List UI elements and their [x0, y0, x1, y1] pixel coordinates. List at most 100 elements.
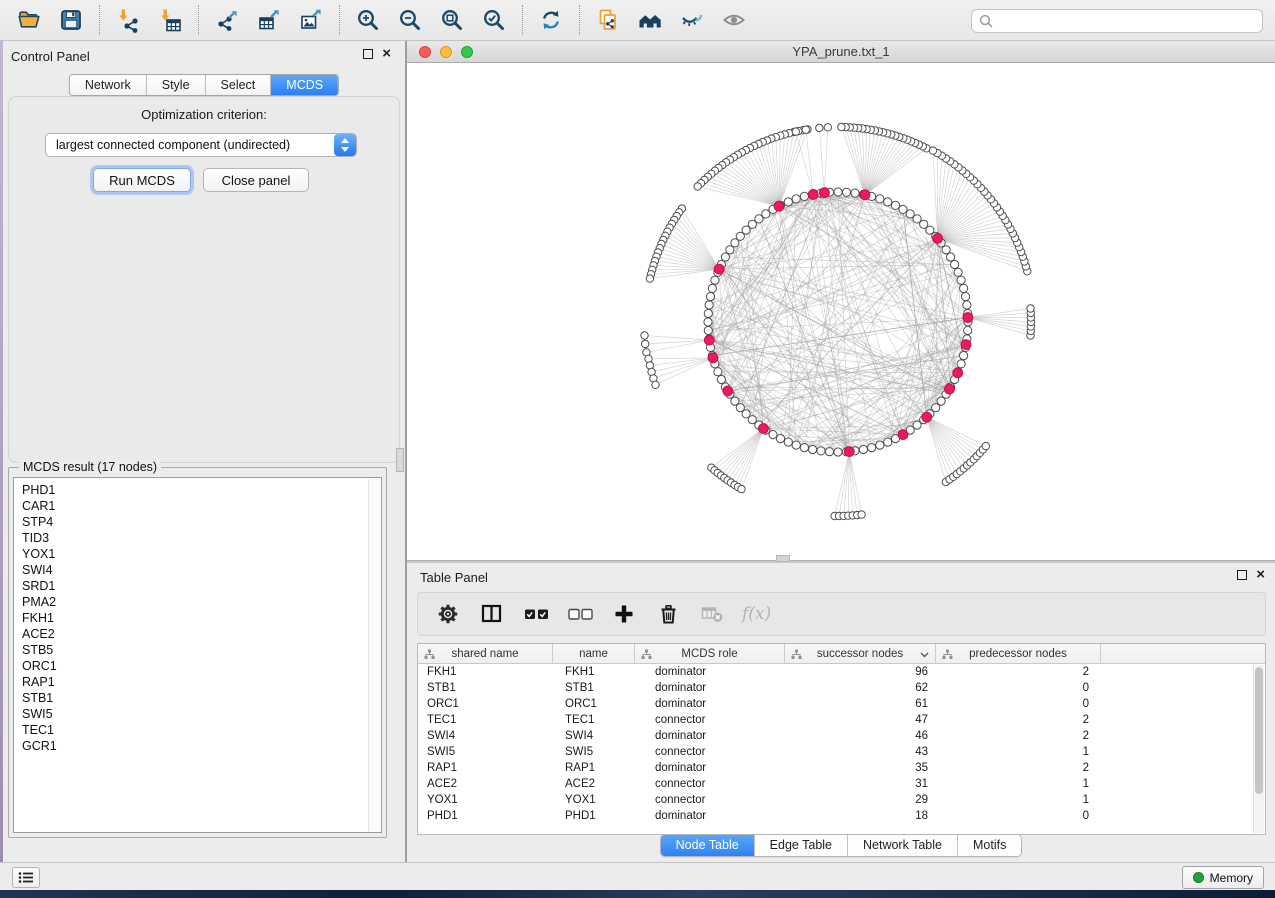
table-row[interactable]: FKH1FKH1dominator962 [418, 664, 1265, 680]
table-cell: 29 [785, 792, 936, 808]
mcds-node-item[interactable]: YOX1 [14, 546, 367, 562]
split-columns-icon[interactable] [478, 600, 506, 628]
column-header-name[interactable]: name [553, 644, 635, 664]
table-cell: dominator [635, 680, 785, 696]
table-row[interactable]: TEC1TEC1connector472 [418, 712, 1265, 728]
mcds-node-item[interactable]: SWI5 [14, 706, 367, 722]
control-panel: Control Panel × NetworkStyleSelectMCDS O… [3, 41, 405, 862]
mcds-node-item[interactable]: GCR1 [14, 738, 367, 754]
select-all-icon[interactable] [522, 600, 550, 628]
table-cell: 35 [785, 760, 936, 776]
tab-node-table[interactable]: Node Table [661, 835, 754, 856]
duplicate-network-icon[interactable] [590, 4, 626, 36]
add-column-icon[interactable] [610, 600, 638, 628]
refresh-icon[interactable] [533, 4, 569, 36]
tab-style[interactable]: Style [146, 75, 205, 95]
zoom-fit-icon[interactable] [434, 4, 470, 36]
zoom-out-icon[interactable] [392, 4, 428, 36]
table-row[interactable]: STB1STB1dominator620 [418, 680, 1265, 696]
zoom-selected-icon[interactable] [476, 4, 512, 36]
mcds-node-item[interactable]: STB5 [14, 642, 367, 658]
table-cell: 1 [936, 792, 1101, 808]
settings-gear-icon[interactable] [434, 600, 462, 628]
table-scrollbar-thumb[interactable] [1255, 667, 1263, 794]
table-row[interactable]: PHD1PHD1dominator180 [418, 808, 1265, 824]
main-toolbar [0, 0, 1275, 41]
tab-mcds[interactable]: MCDS [270, 75, 338, 95]
table-row[interactable]: SWI4SWI4dominator462 [418, 728, 1265, 744]
mcds-node-item[interactable]: TEC1 [14, 722, 367, 738]
tab-network[interactable]: Network [70, 75, 146, 95]
mcds-result-list: PHD1CAR1STP4TID3YOX1SWI4SRD1PMA2FKH1ACE2… [14, 482, 367, 754]
run-mcds-button[interactable]: Run MCDS [93, 168, 191, 192]
column-header-mcds-role[interactable]: MCDS role [635, 644, 785, 664]
table-cell: FKH1 [418, 664, 553, 680]
mcds-node-item[interactable]: CAR1 [14, 498, 367, 514]
table-scrollbar[interactable] [1253, 665, 1264, 833]
search-icon [979, 14, 994, 29]
column-header-shared-name[interactable]: shared name [418, 644, 553, 664]
import-table-icon[interactable] [152, 4, 188, 36]
table-row[interactable]: RAP1RAP1dominator352 [418, 760, 1265, 776]
close-panel-icon[interactable]: × [1256, 570, 1265, 580]
table-cell: dominator [635, 696, 785, 712]
mcds-node-item[interactable]: ORC1 [14, 658, 367, 674]
toolbar-separator [522, 5, 523, 35]
search-input[interactable] [994, 12, 1262, 30]
hide-selected-icon[interactable] [674, 4, 710, 36]
table-row[interactable]: ORC1ORC1dominator610 [418, 696, 1265, 712]
horizontal-splitter-handle[interactable] [776, 555, 790, 562]
show-all-icon[interactable] [716, 4, 752, 36]
mcds-node-item[interactable]: TID3 [14, 530, 367, 546]
mcds-node-item[interactable]: STP4 [14, 514, 367, 530]
mcds-scrollbar[interactable] [368, 479, 380, 831]
tab-network-table[interactable]: Network Table [847, 835, 957, 856]
task-history-button[interactable] [12, 867, 40, 888]
memory-button[interactable]: Memory [1182, 866, 1264, 889]
export-network-icon[interactable] [209, 4, 245, 36]
mcds-node-item[interactable]: PHD1 [14, 482, 367, 498]
mcds-node-item[interactable]: RAP1 [14, 674, 367, 690]
mcds-node-item[interactable]: STB1 [14, 690, 367, 706]
table-cell: 62 [785, 680, 936, 696]
mcds-node-item[interactable]: ACE2 [14, 626, 367, 642]
tab-select[interactable]: Select [205, 75, 271, 95]
open-file-icon[interactable] [11, 4, 47, 36]
float-panel-icon[interactable] [363, 49, 373, 59]
column-header-successor-nodes[interactable]: successor nodes [785, 644, 936, 664]
table-cell: STB1 [553, 680, 635, 696]
vertical-splitter-handle[interactable] [396, 448, 404, 472]
tab-motifs[interactable]: Motifs [957, 835, 1021, 856]
table-row[interactable]: ACE2ACE2connector311 [418, 776, 1265, 792]
table-row[interactable]: YOX1YOX1connector291 [418, 792, 1265, 808]
save-session-icon[interactable] [53, 4, 89, 36]
table-cell: STB1 [418, 680, 553, 696]
table-cell: dominator [635, 664, 785, 680]
search-box[interactable] [971, 9, 1263, 33]
mcds-node-item[interactable]: SRD1 [14, 578, 367, 594]
network-window-title: YPA_prune.txt_1 [407, 44, 1275, 59]
zoom-in-icon[interactable] [350, 4, 386, 36]
export-table-icon[interactable] [251, 4, 287, 36]
deselect-all-icon[interactable] [566, 600, 594, 628]
close-panel-icon[interactable]: × [382, 49, 391, 59]
table-toolbar: f(x) [417, 592, 1266, 636]
export-image-icon[interactable] [293, 4, 329, 36]
network-canvas[interactable] [407, 63, 1275, 560]
import-network-icon[interactable] [110, 4, 146, 36]
mcds-node-item[interactable]: PMA2 [14, 594, 367, 610]
network-window-titlebar[interactable]: YPA_prune.txt_1 [407, 41, 1275, 63]
mcds-node-item[interactable]: FKH1 [14, 610, 367, 626]
table-cell: ACE2 [418, 776, 553, 792]
mcds-node-item[interactable]: SWI4 [14, 562, 367, 578]
close-panel-button[interactable]: Close panel [203, 168, 309, 192]
table-row[interactable]: SWI5SWI5connector431 [418, 744, 1265, 760]
optimization-criterion-select[interactable]: largest connected component (undirected) [45, 133, 357, 157]
home-views-icon[interactable] [632, 4, 668, 36]
column-header-predecessor-nodes[interactable]: predecessor nodes [936, 644, 1101, 664]
table-cell: 43 [785, 744, 936, 760]
table-cell: FKH1 [553, 664, 635, 680]
delete-column-icon[interactable] [654, 600, 682, 628]
tab-edge-table[interactable]: Edge Table [754, 835, 847, 856]
float-panel-icon[interactable] [1237, 570, 1247, 580]
